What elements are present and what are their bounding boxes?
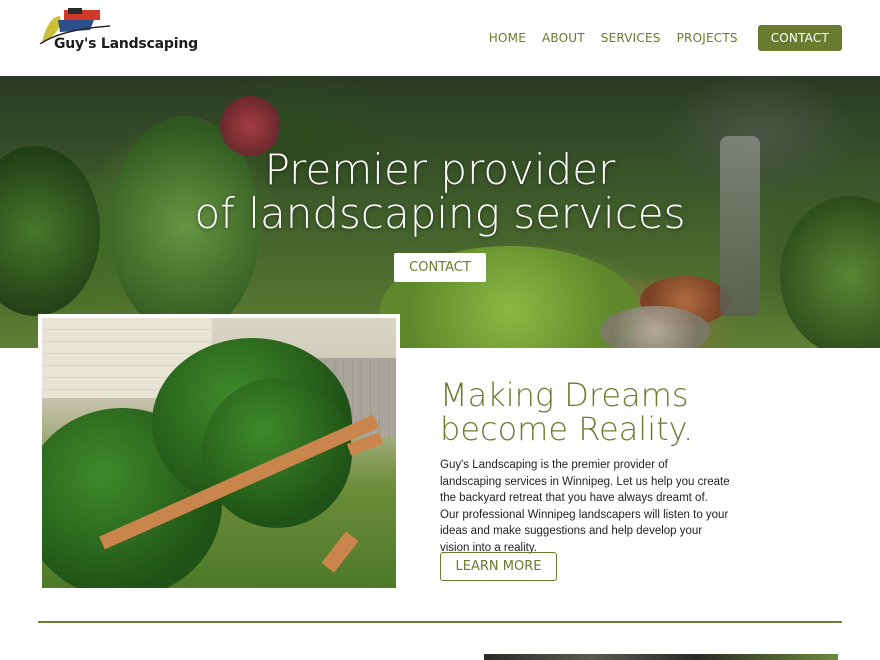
next-section-photo: [484, 654, 838, 660]
hero-title: Premier provider of landscaping services: [0, 148, 880, 236]
logo[interactable]: Guy's Landscaping: [38, 8, 198, 58]
nav-services[interactable]: SERVICES: [601, 31, 661, 45]
feature-title-line1: Making Dreams: [440, 376, 689, 414]
logo-wordmark: Guy's Landscaping: [54, 36, 198, 52]
learn-more-button[interactable]: LEARN MORE: [440, 552, 557, 581]
hero-banner: Premier provider of landscaping services…: [0, 76, 880, 348]
feature-title-line2: become Reality.: [440, 410, 694, 448]
hero-title-line1: Premier provider: [264, 145, 616, 194]
feature-photo: [38, 314, 400, 592]
hedge-image: [42, 318, 396, 588]
hero-rocks: [600, 306, 710, 348]
hero-contact-button[interactable]: CONTACT: [394, 253, 486, 282]
feature-description: Guy's Landscaping is the premier provide…: [440, 459, 730, 554]
timber-block: [321, 531, 359, 573]
main-nav: HOME ABOUT SERVICES PROJECTS CONTACT: [473, 25, 842, 51]
site-header: Guy's Landscaping HOME ABOUT SERVICES PR…: [0, 0, 880, 76]
hedge-shrub: [202, 378, 352, 528]
nav-contact-button[interactable]: CONTACT: [757, 25, 842, 51]
nav-about[interactable]: ABOUT: [542, 31, 585, 45]
hero-title-line2: of landscaping services: [194, 189, 686, 238]
feature-title: Making Dreams become Reality.: [440, 378, 693, 446]
nav-home[interactable]: HOME: [489, 31, 526, 45]
section-divider: [38, 621, 842, 623]
nav-projects[interactable]: PROJECTS: [677, 31, 738, 45]
